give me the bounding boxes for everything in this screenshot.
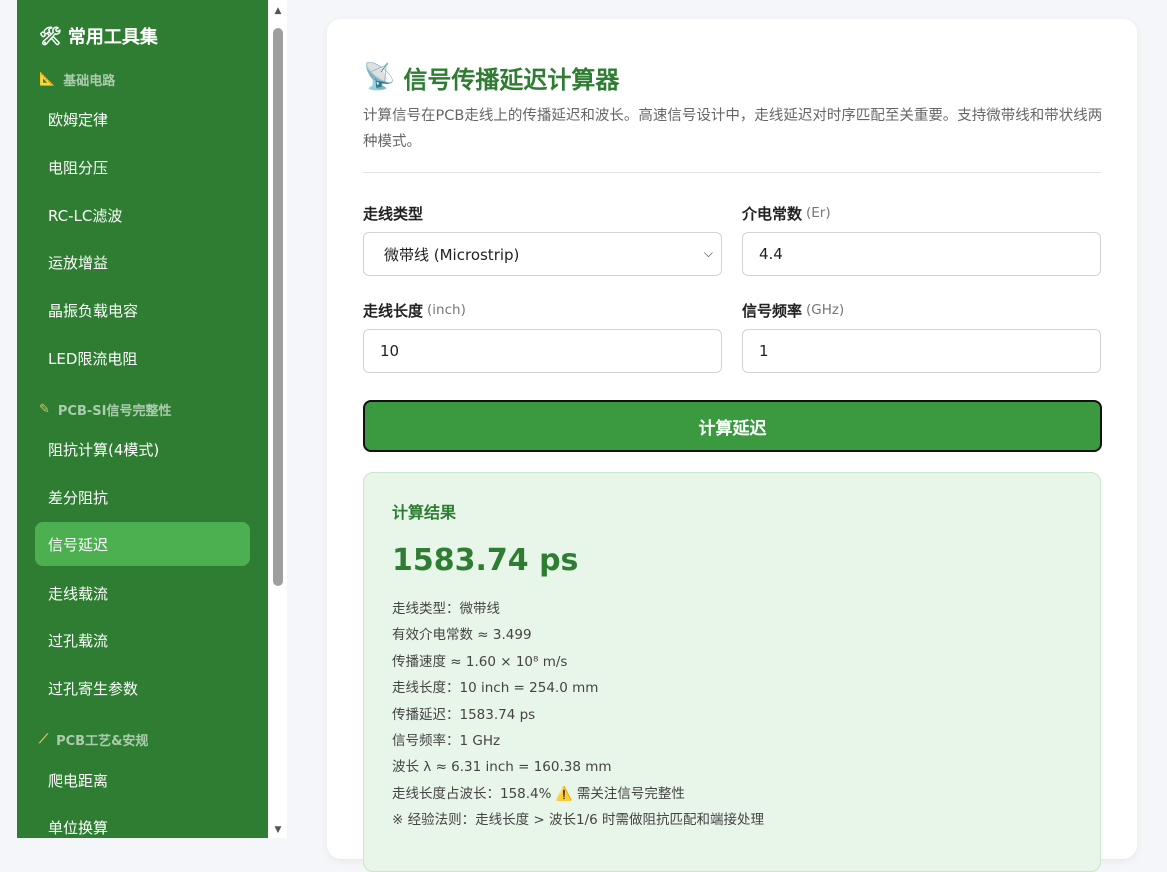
result-line-trace-type: 走线类型：微带线 <box>392 601 500 617</box>
length-label: 走线长度 (inch) <box>363 299 466 321</box>
frequency-unit: (GHz) <box>806 302 845 318</box>
sidebar-item-trace-current[interactable]: 走线载流 <box>35 571 250 615</box>
trace-type-label-text: 走线类型 <box>363 204 424 223</box>
satellite-dish-icon: 📡 <box>363 62 396 92</box>
section-pcb-si: ✎ PCB-SI信号完整性 <box>39 398 171 420</box>
section-pcb-process: ⟋ PCB工艺&安规 <box>39 728 148 750</box>
length-label-text: 走线长度 <box>363 301 424 320</box>
sidebar-item-led-resistor[interactable]: LED限流电阻 <box>35 336 250 380</box>
pen-icon: ✎ <box>39 401 50 417</box>
ratio-text: 走线长度占波长：158.4% <box>392 785 552 802</box>
section-basic-circuits: 📐 基础电路 <box>39 68 115 90</box>
length-value: 10 <box>380 342 400 360</box>
calculate-button[interactable]: 计算延迟 <box>363 400 1102 452</box>
section-label: PCB-SI信号完整性 <box>57 403 172 419</box>
result-line-ratio: 走线长度占波长：158.4% ⚠️ 需关注信号完整性 <box>392 781 764 807</box>
sidebar-item-ohms-law[interactable]: 欧姆定律 <box>35 97 250 141</box>
sidebar-title: 🛠 常用工具集 <box>39 22 158 50</box>
sidebar-item-opamp-gain[interactable]: 运放增益 <box>35 240 250 284</box>
result-value: 1583.74 ps <box>392 543 579 578</box>
length-unit: (inch) <box>427 302 466 318</box>
sidebar-title-text: 常用工具集 <box>67 27 158 48</box>
sidebar-item-voltage-divider[interactable]: 电阻分压 <box>35 145 250 189</box>
sidebar-item-creepage[interactable]: 爬电距离 <box>35 758 250 802</box>
result-line-wavelength: 波长 λ ≈ 6.31 inch = 160.38 mm <box>392 759 612 776</box>
sidebar-item-crystal-load-cap[interactable]: 晶振负载电容 <box>35 288 250 332</box>
page-title-text: 信号传播延迟计算器 <box>403 65 620 94</box>
page-title: 📡 信号传播延迟计算器 <box>363 59 619 95</box>
dielectric-unit: (Er) <box>806 205 831 221</box>
section-label: 基础电路 <box>63 73 116 89</box>
trace-type-value: 微带线 (Microstrip) <box>384 245 520 264</box>
sidebar-item-impedance[interactable]: 阻抗计算(4模式) <box>35 427 250 471</box>
frequency-input[interactable]: 1 <box>742 329 1101 373</box>
scroll-down-icon[interactable]: ▼ <box>272 825 284 835</box>
scroll-thumb[interactable] <box>273 28 283 586</box>
dielectric-label: 介电常数 (Er) <box>742 202 831 224</box>
dielectric-label-text: 介电常数 <box>742 204 803 223</box>
sidebar-item-via-current[interactable]: 过孔载流 <box>35 618 250 662</box>
result-line-eff-er: 有效介电常数 ≈ 3.499 <box>392 627 532 644</box>
page-description: 计算信号在PCB走线上的传播延迟和波长。高速信号设计中，走线延迟对时序匹配至关重… <box>363 108 1103 150</box>
pencil-icon: ⟋ <box>39 731 49 747</box>
sidebar-item-via-parasitics[interactable]: 过孔寄生参数 <box>35 666 250 710</box>
sidebar-item-signal-delay[interactable]: 信号延迟 <box>35 522 250 566</box>
section-label: PCB工艺&安规 <box>56 733 149 749</box>
dielectric-value: 4.4 <box>759 245 783 263</box>
sidebar: 🛠 常用工具集 📐 基础电路 欧姆定律 电阻分压 RC-LC滤波 运放增益 晶振… <box>17 0 268 838</box>
frequency-label: 信号频率 (GHz) <box>742 299 844 321</box>
calculator-card: 📡 信号传播延迟计算器 计算信号在PCB走线上的传播延迟和波长。高速信号设计中，… <box>327 19 1137 872</box>
sidebar-item-rc-lc-filter[interactable]: RC-LC滤波 <box>35 193 250 237</box>
frequency-value: 1 <box>759 342 769 360</box>
sidebar-item-unit-convert[interactable]: 单位换算 <box>35 805 250 838</box>
result-details: 走线类型：微带线 有效介电常数 ≈ 3.499 传播速度 ≈ 1.60 × 10… <box>392 596 764 834</box>
sidebar-item-diff-impedance[interactable]: 差分阻抗 <box>35 475 250 519</box>
result-line-frequency: 信号频率：1 GHz <box>392 732 501 749</box>
result-line-delay: 传播延迟：1583.74 ps <box>392 706 536 723</box>
result-line-length: 走线长度：10 inch = 254.0 mm <box>392 680 599 697</box>
frequency-label-text: 信号频率 <box>742 301 803 320</box>
triangle-ruler-icon: 📐 <box>39 71 56 87</box>
result-title: 计算结果 <box>392 503 457 522</box>
scroll-up-icon[interactable]: ▲ <box>272 6 284 16</box>
trace-type-select[interactable]: 微带线 (Microstrip) ⌵ <box>363 232 722 276</box>
result-panel: 计算结果 1583.74 ps 走线类型：微带线 有效介电常数 ≈ 3.499 … <box>363 472 1101 872</box>
length-input[interactable]: 10 <box>363 329 722 373</box>
warning-text: 需关注信号完整性 <box>576 785 685 802</box>
chevron-down-icon: ⌵ <box>703 246 713 260</box>
warning-icon: ⚠️ <box>555 785 573 802</box>
tools-icon: 🛠 <box>39 25 62 47</box>
result-line-velocity: 传播速度 ≈ 1.60 × 10⁸ m/s <box>392 653 568 670</box>
result-line-rule: ※ 经验法则：走线长度 > 波长1/6 时需做阻抗匹配和端接处理 <box>392 812 765 829</box>
divider <box>363 172 1101 173</box>
dielectric-input[interactable]: 4.4 <box>742 232 1101 276</box>
trace-type-label: 走线类型 <box>363 202 423 224</box>
